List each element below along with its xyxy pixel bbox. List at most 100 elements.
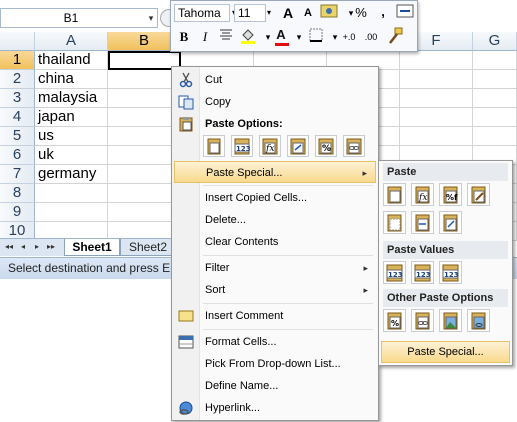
menu-item-insert-comment[interactable]: Insert Comment [174,305,376,327]
values-button[interactable]: 123 [383,261,406,284]
keep-source-formatting-button[interactable] [467,183,490,206]
chevron-down-icon[interactable]: ▾ [267,4,275,22]
borders-button[interactable] [306,27,326,47]
format-painter-button[interactable] [385,27,405,47]
svg-text:fx: fx [418,193,427,203]
row-header[interactable]: 4 [0,108,35,127]
paste-transpose-button[interactable] [287,135,309,157]
menu-item-delete[interactable]: Delete... [174,209,376,231]
table-cell[interactable]: germany [35,165,108,184]
table-cell[interactable]: uk [35,146,108,165]
last-sheet-icon[interactable]: ▸▸ [46,241,56,253]
next-sheet-icon[interactable]: ▸ [32,241,42,253]
grow-font-button[interactable]: A [278,3,298,23]
menu-item-label: Copy [205,96,231,108]
name-box[interactable]: B1 ▾ [0,8,158,28]
format-painter-top-button[interactable] [395,3,415,23]
font-name-input[interactable]: Tahoma [174,4,230,22]
column-header-a[interactable]: A [35,32,108,51]
table-cell[interactable] [473,51,517,70]
table-cell[interactable] [35,184,108,203]
paste-link-button[interactable] [411,309,434,332]
decrease-decimal-button[interactable]: .00 [361,27,381,47]
no-borders-button[interactable] [383,211,406,234]
font-size-input[interactable]: 11 [234,4,266,22]
values-label: 123 [388,271,403,279]
italic-button[interactable]: I [195,27,215,47]
prev-sheet-icon[interactable]: ◂ [18,241,28,253]
transpose-button[interactable] [439,211,462,234]
row-header[interactable]: 6 [0,146,35,165]
tab-sheet2[interactable]: Sheet2 [120,239,176,256]
paste-formulas-button[interactable]: fx [259,135,281,157]
submenu-paste-special[interactable]: Paste Special... [381,341,510,363]
select-all-corner[interactable] [0,32,35,51]
comment-icon [178,310,194,322]
paste-formatting-button[interactable]: % [315,135,337,157]
paste-icon [207,138,221,155]
table-cell[interactable] [473,127,517,146]
row-header[interactable]: 2 [0,70,35,89]
menu-item-paste-special[interactable]: Paste Special... ▸ [174,161,376,183]
table-cell[interactable] [473,89,517,108]
formatting-button[interactable]: % [383,309,406,332]
menu-item-pick-from-dropdown[interactable]: Pick From Drop-down List... [174,353,376,375]
menu-item-insert-copied-cells[interactable]: Insert Copied Cells... [174,187,376,209]
paste-special-submenu: Paste fx %f Paste Values 123 123 123 Oth… [378,160,513,366]
tab-sheet1[interactable]: Sheet1 [64,239,120,256]
menu-item-filter[interactable]: Filter ▸ [174,257,376,279]
center-align-button[interactable] [216,27,236,47]
row-header[interactable]: 1 [0,51,35,70]
paste-link-button[interactable] [343,135,365,157]
first-sheet-icon[interactable]: ◂◂ [4,241,14,253]
table-cell[interactable]: us [35,127,108,146]
table-cell[interactable]: china [35,70,108,89]
svg-text:%f: %f [446,193,458,202]
menu-item-format-cells[interactable]: Format Cells... [174,331,376,353]
column-header-g[interactable]: G [473,32,517,51]
chevron-down-icon[interactable]: ▾ [145,9,157,27]
table-cell[interactable] [473,70,517,89]
values-label: 123 [444,271,459,279]
menu-item-define-name[interactable]: Define Name... [174,375,376,397]
row-header[interactable]: 3 [0,89,35,108]
table-cell[interactable] [400,70,473,89]
menu-item-copy[interactable]: Copy [174,91,376,113]
menu-item-clear-contents[interactable]: Clear Contents [174,231,376,253]
paste-values-button[interactable]: 123 [231,135,253,157]
table-cell[interactable]: malaysia [35,89,108,108]
paste-button[interactable] [203,135,225,157]
table-cell[interactable] [400,127,473,146]
row-header[interactable]: 8 [0,184,35,203]
linked-picture-button[interactable] [467,309,490,332]
values-source-formatting-button[interactable]: 123 [439,261,462,284]
paste-button[interactable] [383,183,406,206]
row-header[interactable]: 9 [0,203,35,222]
table-cell[interactable] [473,108,517,127]
table-cell[interactable] [35,203,108,222]
menu-item-cut[interactable]: Cut [174,69,376,91]
table-cell[interactable]: japan [35,108,108,127]
percent-style-button[interactable]: % [351,3,371,23]
comma-style-button[interactable]: , [373,2,393,22]
table-cell[interactable] [400,89,473,108]
table-cell[interactable] [400,108,473,127]
increase-decimal-button[interactable]: +.0 [339,27,359,47]
keep-column-widths-button[interactable] [411,211,434,234]
table-cell[interactable] [400,51,473,70]
accounting-format-button[interactable] [319,3,339,23]
menu-item-sort[interactable]: Sort ▸ [174,279,376,301]
table-cell[interactable]: thailand [35,51,108,70]
picture-button[interactable] [439,309,462,332]
bold-button[interactable]: B [174,27,194,47]
fill-color-button[interactable] [238,27,258,47]
paste-formulas-number-formatting-button[interactable]: %f [439,183,462,206]
menu-item-hyperlink[interactable]: Hyperlink... [174,397,376,419]
font-color-button[interactable]: A [271,25,291,45]
row-header[interactable]: 7 [0,165,35,184]
paste-formulas-button[interactable]: fx [411,183,434,206]
currency-icon [320,4,338,18]
row-header[interactable]: 5 [0,127,35,146]
values-number-formatting-button[interactable]: 123 [411,261,434,284]
shrink-font-button[interactable]: A [298,3,318,23]
